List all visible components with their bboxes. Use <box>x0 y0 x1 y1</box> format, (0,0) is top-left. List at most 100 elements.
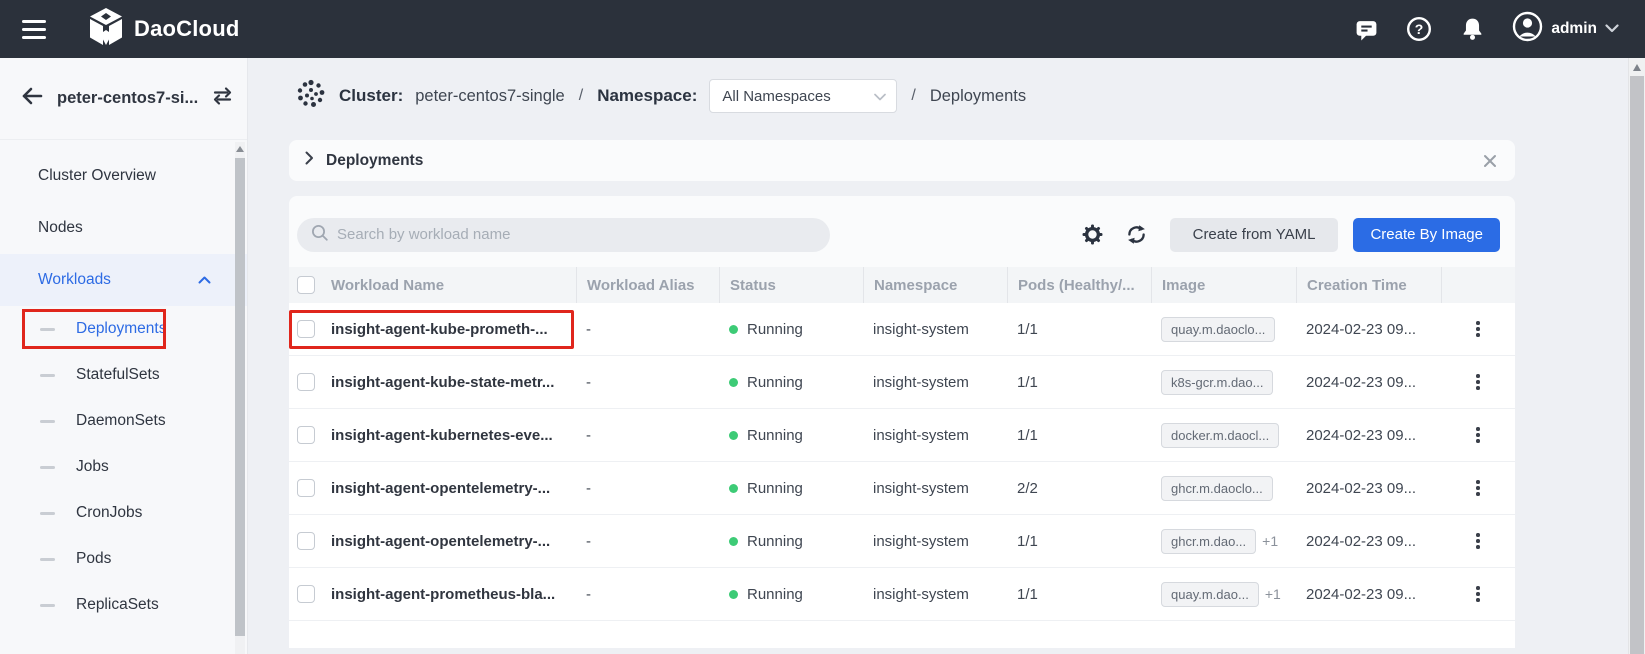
workload-name-link[interactable]: insight-agent-kubernetes-eve... <box>331 427 576 444</box>
namespace-label: Namespace: <box>597 86 697 106</box>
chevron-down-icon <box>874 88 886 105</box>
breadcrumb: Cluster: peter-centos7-single / Namespac… <box>289 75 1515 117</box>
chevron-up-icon <box>198 271 211 289</box>
scroll-up-arrow-icon[interactable] <box>1633 64 1641 71</box>
brand-name: DaoCloud <box>134 16 239 42</box>
sidebar-item-statefulsets[interactable]: StatefulSets <box>0 352 247 398</box>
settings-gear-icon[interactable] <box>1082 224 1103 245</box>
create-by-image-button[interactable]: Create By Image <box>1353 218 1500 252</box>
brand[interactable]: DaoCloud <box>88 7 239 52</box>
cluster-name: peter-centos7-si... <box>57 89 198 108</box>
col-status: Status <box>719 267 863 303</box>
help-icon[interactable]: ? <box>1406 16 1432 42</box>
scrollbar-thumb[interactable] <box>1630 76 1644 654</box>
sidebar-item-deployments[interactable]: Deployments <box>0 306 247 352</box>
dash-icon <box>40 604 55 607</box>
creation-time-cell: 2024-02-23 09... <box>1296 321 1441 338</box>
workload-alias: - <box>576 427 719 444</box>
status-cell: Running <box>719 586 863 603</box>
pods-cell: 1/1 <box>1007 427 1151 444</box>
kebab-menu-icon[interactable] <box>1472 370 1484 394</box>
status-dot-icon <box>729 590 738 599</box>
partial-row <box>289 621 1515 648</box>
kebab-menu-icon[interactable] <box>1472 476 1484 500</box>
scroll-up-arrow-icon[interactable] <box>236 146 244 152</box>
switch-cluster-icon[interactable] <box>211 85 234 112</box>
namespace-cell: insight-system <box>863 427 1007 444</box>
table-row[interactable]: insight-agent-kubernetes-eve... - Runnin… <box>289 409 1515 462</box>
image-badge: quay.m.dao... <box>1161 582 1259 607</box>
image-cell: quay.m.dao...+1 <box>1151 582 1296 607</box>
create-from-yaml-button[interactable]: Create from YAML <box>1170 218 1339 252</box>
chat-icon[interactable] <box>1353 16 1379 42</box>
deployments-panel-header[interactable]: Deployments <box>289 140 1515 181</box>
status-cell: Running <box>719 533 863 550</box>
sidebar-item-workloads[interactable]: Workloads <box>0 254 247 306</box>
namespace-cell: insight-system <box>863 480 1007 497</box>
row-checkbox[interactable] <box>297 479 315 497</box>
sidebar-item-daemonsets[interactable]: DaemonSets <box>0 398 247 444</box>
select-all-checkbox[interactable] <box>297 276 315 294</box>
image-badge: quay.m.daoclo... <box>1161 317 1275 342</box>
workload-name-link[interactable]: insight-agent-prometheus-bla... <box>331 586 576 603</box>
refresh-icon[interactable] <box>1126 224 1147 245</box>
creation-time-cell: 2024-02-23 09... <box>1296 480 1441 497</box>
sidebar-item-cluster-overview[interactable]: Cluster Overview <box>0 150 247 202</box>
workload-name-link[interactable]: insight-agent-kube-prometh-... <box>331 321 576 338</box>
sidebar-scrollbar[interactable] <box>235 142 245 654</box>
search-box[interactable] <box>297 218 830 252</box>
row-checkbox[interactable] <box>297 532 315 550</box>
table-row[interactable]: insight-agent-opentelemetry-... - Runnin… <box>289 515 1515 568</box>
table-row[interactable]: insight-agent-kube-state-metr... - Runni… <box>289 356 1515 409</box>
workload-name-link[interactable]: insight-agent-opentelemetry-... <box>331 533 576 550</box>
bell-icon[interactable] <box>1459 16 1485 42</box>
table-row[interactable]: insight-agent-prometheus-bla... - Runnin… <box>289 568 1515 621</box>
dash-icon <box>40 512 55 515</box>
creation-time-cell: 2024-02-23 09... <box>1296 533 1441 550</box>
namespace-cell: insight-system <box>863 321 1007 338</box>
pods-cell: 1/1 <box>1007 586 1151 603</box>
workload-alias: - <box>576 480 719 497</box>
user-menu[interactable]: admin <box>1512 11 1619 47</box>
chevron-down-icon <box>1605 20 1619 38</box>
hamburger-menu-icon[interactable] <box>22 20 46 39</box>
kebab-menu-icon[interactable] <box>1472 317 1484 341</box>
back-arrow-icon[interactable] <box>20 85 44 112</box>
search-input[interactable] <box>337 226 816 243</box>
avatar-icon <box>1512 11 1543 47</box>
pods-cell: 1/1 <box>1007 374 1151 391</box>
workload-name-link[interactable]: insight-agent-opentelemetry-... <box>331 480 576 497</box>
kebab-menu-icon[interactable] <box>1472 582 1484 606</box>
kebab-menu-icon[interactable] <box>1472 423 1484 447</box>
breadcrumb-page: Deployments <box>930 87 1026 106</box>
table-row[interactable]: insight-agent-kube-prometh-... - Running… <box>289 303 1515 356</box>
close-icon[interactable] <box>1483 154 1497 168</box>
row-checkbox[interactable] <box>297 320 315 338</box>
scrollbar-thumb[interactable] <box>235 158 245 636</box>
namespace-select[interactable]: All Namespaces <box>709 79 897 113</box>
row-checkbox[interactable] <box>297 585 315 603</box>
sidebar: peter-centos7-si... Cluster Overview Nod… <box>0 58 248 654</box>
table-row[interactable]: insight-agent-opentelemetry-... - Runnin… <box>289 462 1515 515</box>
sidebar-item-replicasets[interactable]: ReplicaSets <box>0 582 247 628</box>
col-workload-alias: Workload Alias <box>576 267 719 303</box>
image-cell: ghcr.m.dao...+1 <box>1151 529 1296 554</box>
col-image: Image <box>1151 267 1296 303</box>
sidebar-item-nodes[interactable]: Nodes <box>0 202 247 254</box>
sidebar-item-cronjobs[interactable]: CronJobs <box>0 490 247 536</box>
status-cell: Running <box>719 321 863 338</box>
sidebar-item-pods[interactable]: Pods <box>0 536 247 582</box>
row-checkbox[interactable] <box>297 373 315 391</box>
image-badge: ghcr.m.daoclo... <box>1161 476 1273 501</box>
page-scrollbar[interactable] <box>1628 58 1645 654</box>
image-cell: k8s-gcr.m.dao... <box>1151 370 1296 395</box>
table-header: Workload Name Workload Alias Status Name… <box>289 267 1515 303</box>
row-checkbox[interactable] <box>297 426 315 444</box>
sidebar-item-jobs[interactable]: Jobs <box>0 444 247 490</box>
pods-cell: 1/1 <box>1007 321 1151 338</box>
image-badge: docker.m.daocl... <box>1161 423 1279 448</box>
col-actions <box>1441 267 1515 303</box>
kebab-menu-icon[interactable] <box>1472 529 1484 553</box>
workload-name-link[interactable]: insight-agent-kube-state-metr... <box>331 374 576 391</box>
workload-alias: - <box>576 321 719 338</box>
